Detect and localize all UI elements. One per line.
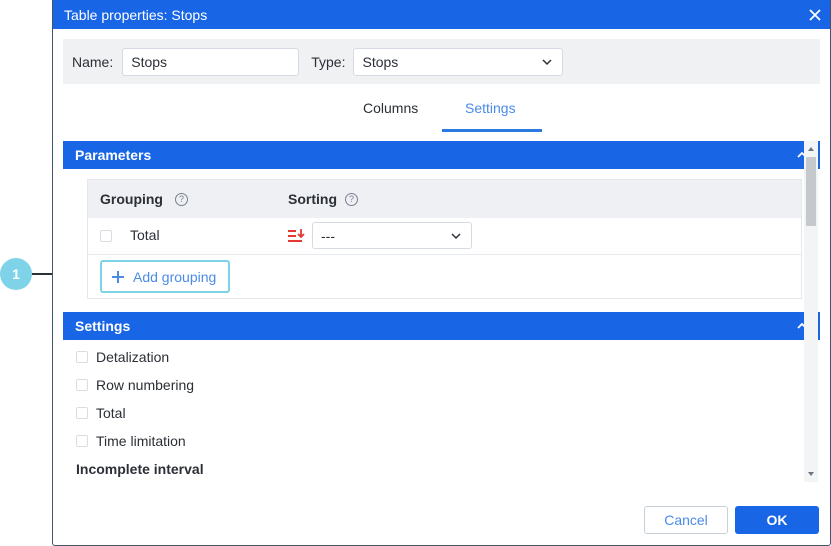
close-button[interactable] [800,0,830,29]
type-select-value: Stops [362,53,399,70]
parameters-section-header[interactable]: Parameters [63,141,820,169]
time-limitation-option[interactable]: Time limitation [76,433,186,449]
dialog-titlebar: Table properties: Stops [53,0,830,29]
row-numbering-checkbox[interactable] [76,379,88,391]
add-grouping-label: Add grouping [133,268,217,285]
sorting-header: Sorting [288,191,337,207]
parameters-title: Parameters [75,147,152,163]
total-grouping-label: Total [130,227,160,243]
close-icon [809,8,821,21]
chevron-down-icon [542,58,553,65]
name-input[interactable]: Stops [122,47,300,76]
ok-button[interactable]: OK [735,506,819,534]
time-limitation-checkbox[interactable] [76,435,88,447]
row-numbering-option[interactable]: Row numbering [76,377,194,393]
detalization-label: Detalization [96,349,170,365]
parameters-body: Grouping ? Sorting ? Total --- Add group… [63,169,820,312]
name-label: Name: [72,53,114,70]
name-type-bar: Name: Stops Type: Stops [63,39,820,84]
annotation-number: 1 [12,266,20,282]
type-label: Type: [311,53,346,70]
name-input-value: Stops [131,53,168,70]
time-limitation-label: Time limitation [96,433,186,449]
incomplete-interval-heading: Incomplete interval [76,461,204,477]
grouping-table-header: Grouping ? Sorting ? [88,180,801,218]
total-grouping-checkbox[interactable] [100,230,112,242]
scroll-up-arrow-icon[interactable] [804,144,818,154]
chevron-down-icon [451,233,461,240]
type-select[interactable]: Stops [353,47,564,76]
tab-columns[interactable]: Columns [363,100,418,116]
sorting-select-value: --- [321,227,335,244]
cancel-button[interactable]: Cancel [644,506,728,534]
dialog-title: Table properties: Stops [64,6,208,23]
ok-label: OK [766,512,788,528]
plus-icon [112,270,124,283]
vertical-scrollbar[interactable] [804,141,818,482]
detalization-option[interactable]: Detalization [76,349,169,365]
settings-section-header[interactable]: Settings [63,312,820,340]
cancel-label: Cancel [664,512,708,528]
grouping-table: Grouping ? Sorting ? Total --- Add group… [87,179,802,299]
total-checkbox[interactable] [76,407,88,419]
add-grouping-button[interactable]: Add grouping [100,260,230,293]
annotation-marker: 1 [0,258,32,290]
tab-settings[interactable]: Settings [465,100,516,116]
sorting-select[interactable]: --- [312,222,472,249]
tab-bar: Columns Settings [53,92,830,132]
sort-descending-icon[interactable] [288,228,306,245]
help-circle-icon[interactable]: ? [345,192,358,206]
row-numbering-label: Row numbering [96,377,195,393]
grouping-header: Grouping [100,191,163,207]
help-circle-icon[interactable]: ? [175,192,188,206]
scroll-down-arrow-icon[interactable] [804,469,818,479]
detalization-checkbox[interactable] [76,351,88,363]
active-tab-indicator [442,129,542,132]
total-label: Total [96,405,126,421]
table-row: Total --- [88,218,801,255]
table-properties-dialog: Table properties: Stops Name: Stops Type… [52,0,831,546]
settings-title: Settings [75,318,131,334]
total-option[interactable]: Total [76,405,126,421]
settings-scroll-area[interactable]: Parameters Grouping ? Sorting ? Total --… [63,141,820,482]
scrollbar-thumb[interactable] [806,157,816,226]
